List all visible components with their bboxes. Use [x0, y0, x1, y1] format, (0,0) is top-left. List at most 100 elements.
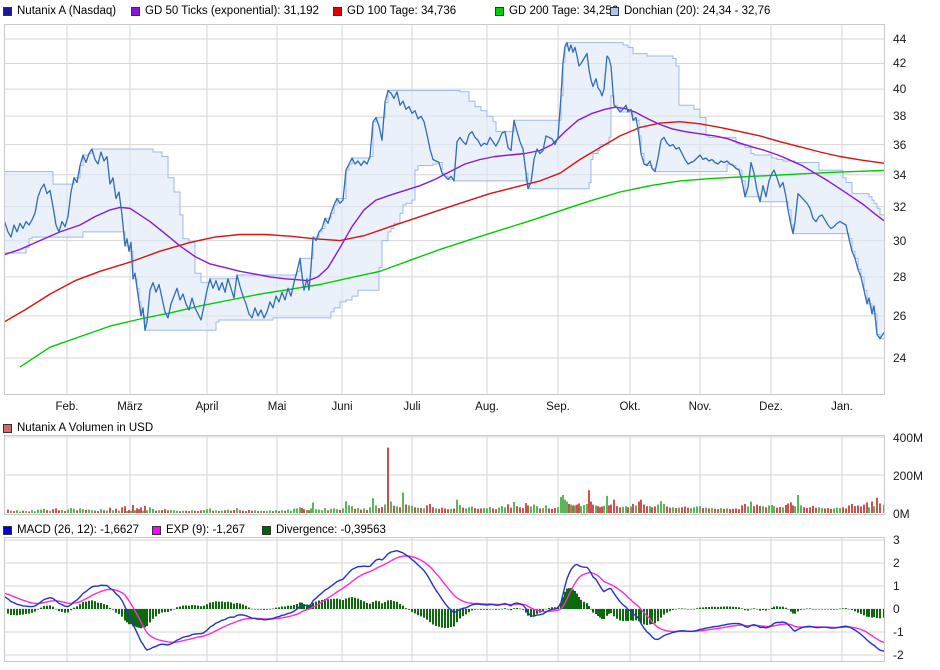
- divergence-bar: [73, 608, 75, 609]
- volume-bar: [465, 508, 467, 513]
- volume-bar: [516, 506, 518, 513]
- volume-bar: [627, 507, 629, 513]
- volume-bar: [839, 508, 841, 513]
- divergence-bar: [480, 609, 482, 610]
- volume-bar: [52, 509, 54, 513]
- volume-bar: [726, 508, 728, 513]
- divergence-bar: [336, 599, 338, 609]
- divergence-bar: [613, 609, 615, 616]
- legend-item-donchian[interactable]: Donchian (20): 24,34 - 32,76: [610, 3, 770, 19]
- divergence-bar: [519, 609, 521, 610]
- volume-bar: [498, 508, 500, 513]
- volume-bar: [833, 508, 835, 513]
- volume-bar: [530, 507, 532, 514]
- volume-bar: [630, 507, 632, 514]
- divergence-bar: [663, 609, 665, 615]
- volume-bar: [411, 506, 413, 513]
- price-ytick-38: 38: [893, 109, 906, 123]
- legend-item-price[interactable]: Nutanix A (Nasdaq): [3, 3, 116, 19]
- divergence-bar: [608, 609, 610, 614]
- divergence-bar: [218, 602, 220, 609]
- volume-bar: [85, 510, 87, 513]
- divergence-bar: [441, 609, 443, 628]
- legend-item-gd50[interactable]: GD 50 Ticks (exponential): 31,192: [131, 3, 319, 19]
- volume-bar: [876, 498, 878, 513]
- legend-label-gd100: GD 100 Tage: 34,736: [347, 5, 456, 17]
- legend-item-macd[interactable]: MACD (26, 12): -1,6627: [3, 522, 139, 538]
- divergence-bar: [471, 609, 473, 611]
- volume-bar: [390, 502, 392, 513]
- volume-bar: [782, 507, 784, 513]
- volume-bar: [212, 511, 214, 513]
- volume-bar: [848, 505, 850, 513]
- volume-bar: [462, 508, 464, 513]
- divergence-bar: [657, 609, 659, 621]
- volume-bar: [215, 510, 217, 513]
- legend-item-volume[interactable]: Nutanix A Volumen in USD: [3, 420, 153, 436]
- divergence-bar: [654, 609, 656, 623]
- divergence-bar: [779, 607, 781, 609]
- volume-bar: [603, 506, 605, 513]
- macd-plot[interactable]: [4, 537, 885, 662]
- volume-bar: [836, 508, 838, 513]
- volume-bar: [771, 505, 773, 513]
- volume-bar: [260, 511, 262, 513]
- legend-item-divergence[interactable]: Divergence: -0,39563: [262, 522, 386, 538]
- volume-bar: [666, 507, 668, 514]
- volume-bar: [735, 508, 737, 513]
- volume-bar: [128, 510, 130, 513]
- volume-bar: [504, 507, 506, 513]
- divergence-bar: [576, 594, 578, 610]
- volume-bar: [622, 507, 624, 513]
- divergence-bar: [275, 608, 277, 609]
- volume-bar: [378, 508, 380, 513]
- divergence-bar: [830, 609, 832, 610]
- divergence-bar: [70, 609, 72, 610]
- divergence-bar: [393, 601, 395, 609]
- divergence-bar: [787, 609, 789, 610]
- divergence-bar: [420, 609, 422, 616]
- divergence-bar: [747, 609, 749, 611]
- divergence-bar: [140, 609, 142, 628]
- volume-bar: [387, 448, 389, 513]
- divergence-bar: [592, 609, 594, 613]
- divergence-bar: [76, 606, 78, 609]
- volume-bar: [46, 510, 48, 513]
- volume-bar: [660, 501, 662, 513]
- divergence-bar: [212, 602, 214, 609]
- divergence-bar: [714, 607, 716, 609]
- volume-bar: [646, 506, 648, 513]
- volume-plot[interactable]: [4, 435, 885, 515]
- volume-bar: [112, 510, 114, 513]
- volume-bar: [49, 511, 51, 513]
- volume-bar: [124, 506, 126, 513]
- legend-label-price: Nutanix A (Nasdaq): [17, 5, 116, 17]
- volume-bar: [239, 510, 241, 513]
- volume-bar: [809, 507, 811, 513]
- price-chart-plot[interactable]: [4, 24, 885, 395]
- divergence-bar: [495, 609, 497, 610]
- legend-item-gd100[interactable]: GD 100 Tage: 34,736: [333, 3, 456, 19]
- volume-bar: [863, 505, 865, 513]
- legend-item-exp[interactable]: EXP (9): -1,267: [152, 522, 245, 538]
- legend-item-gd200[interactable]: GD 200 Tage: 34,256: [495, 3, 618, 19]
- divergence-bar: [290, 606, 292, 609]
- divergence-bar: [507, 609, 509, 610]
- volume-bar: [194, 511, 196, 513]
- divergence-bar: [85, 602, 87, 609]
- volume-bar: [339, 510, 341, 513]
- divergence-bar: [360, 600, 362, 609]
- volume-bar: [459, 505, 461, 513]
- divergence-bar: [616, 609, 618, 619]
- divergence-bar: [797, 609, 799, 611]
- xtick-März: März: [103, 401, 157, 413]
- volume-bar: [209, 508, 211, 513]
- volume-bar: [851, 504, 853, 513]
- divergence-bar: [522, 609, 524, 610]
- divergence-bar: [281, 607, 283, 610]
- divergence-bar: [504, 608, 506, 609]
- volume-bar: [699, 506, 701, 513]
- divergence-bar: [782, 607, 784, 609]
- volume-bar: [109, 508, 111, 513]
- divergence-bar: [860, 609, 862, 614]
